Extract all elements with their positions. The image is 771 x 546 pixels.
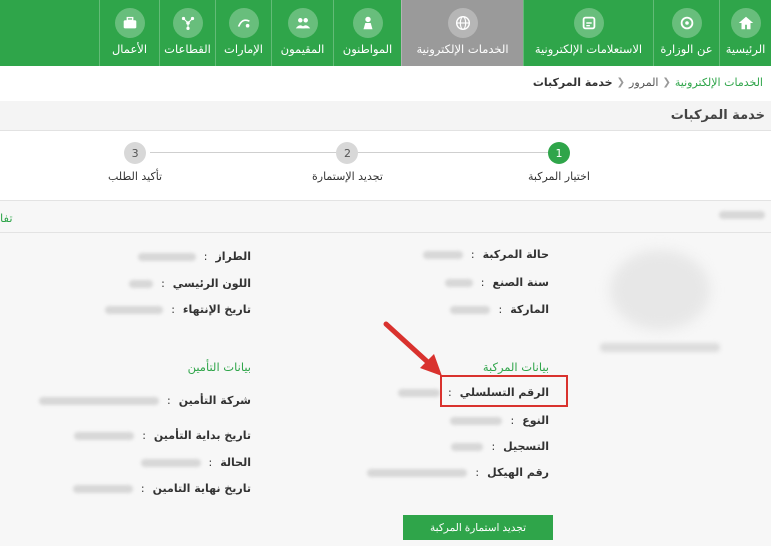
home-icon: [730, 8, 761, 38]
field-label: تاريخ نهاية التامين: [152, 482, 251, 495]
nav-label-residents: المقيمون: [280, 42, 325, 56]
nav-label-sectors: القطاعات: [164, 42, 211, 56]
nav-label-home: الرئيسية: [725, 42, 766, 56]
redacted-value: [72, 484, 133, 493]
breadcrumb-root[interactable]: الخدمات الإلكترونية: [675, 76, 763, 89]
field-label: تاريخ الإنتهاء: [182, 303, 251, 316]
redacted-value: [367, 468, 468, 477]
card-edge-title: تفا: [0, 211, 13, 225]
renew-vehicle-form-button[interactable]: تجديد استمارة المركبة: [403, 515, 553, 540]
field-insurance-start: تاريخ بداية التأمين :: [74, 429, 251, 442]
insurance-data-title: بيانات التأمين: [187, 360, 251, 374]
field-insurance-company: شركة التأمين :: [39, 394, 251, 407]
redacted-value: [422, 250, 463, 259]
nav-label-eservices: الخدمات الإلكترونية: [416, 42, 509, 56]
field-expiry-date: تاريخ الإنتهاء :: [105, 303, 251, 316]
field-main-color: اللون الرئيسي :: [129, 277, 251, 290]
redacted-value: [451, 442, 484, 451]
field-label: شركة التأمين: [178, 394, 251, 407]
field-label: رقم الهيكل: [487, 466, 549, 479]
page-title-band: [0, 101, 771, 131]
red-arrow-icon: [383, 321, 442, 376]
top-navigation: الرئيسية عن الوزارة الاستعلامات الإلكترو…: [0, 0, 771, 66]
nav-item-citizens[interactable]: المواطنون: [333, 0, 401, 66]
redacted-value: [140, 458, 201, 467]
nav-item-inquiries[interactable]: الاستعلامات الإلكترونية: [523, 0, 653, 66]
nav-item-business[interactable]: الأعمال: [99, 0, 159, 66]
card-divider: [0, 232, 771, 233]
field-vehicle-status: حالة المركبة :: [422, 248, 549, 261]
field-insurance-state: الحالة :: [140, 456, 251, 469]
sectors-icon: [172, 8, 203, 38]
nav-label-business: الأعمال: [111, 42, 148, 56]
nav-label-inquiries: الاستعلامات الإلكترونية: [534, 42, 643, 56]
emblem-icon: [671, 8, 702, 38]
residents-icon: [287, 8, 318, 38]
nav-item-emirates[interactable]: الإمارات: [215, 0, 271, 66]
nav-item-ministry[interactable]: عن الوزارة: [653, 0, 719, 66]
field-manufacture-year: سنة الصنع :: [444, 276, 549, 289]
emirates-icon: [228, 8, 259, 38]
citizen-icon: [352, 8, 383, 38]
field-insurance-end: تاريخ نهاية التامين :: [72, 482, 251, 495]
redacted-value: [450, 305, 491, 314]
field-chassis-number: رقم الهيكل :: [367, 466, 549, 479]
globe-icon: [447, 8, 478, 38]
field-label: الحالة: [220, 456, 251, 469]
briefcase-icon: [114, 8, 145, 38]
chevron-left-icon: ❮: [662, 77, 671, 88]
step-label: اختيار المركبة: [528, 170, 590, 183]
redacted-value: [137, 252, 196, 261]
field-label: الطراز: [215, 250, 251, 263]
nav-label-citizens: المواطنون: [342, 42, 393, 56]
step-number: 1: [547, 142, 570, 164]
step-select-vehicle[interactable]: 1 اختيار المركبة: [528, 142, 590, 183]
chevron-left-icon: ❮: [616, 77, 626, 88]
nav-item-eservices[interactable]: الخدمات الإلكترونية: [401, 0, 523, 66]
redacted-value: [450, 416, 503, 425]
redacted-value: [39, 396, 159, 405]
field-registration: التسجيل :: [451, 440, 549, 453]
nav-label-emirates: الإمارات: [224, 42, 263, 56]
field-label: حالة المركبة: [482, 248, 549, 261]
breadcrumb: الخدمات الإلكترونية ❮ المرور ❮ خدمة المر…: [533, 76, 763, 89]
breadcrumb-current: خدمة المركبات: [532, 76, 613, 89]
card-header-redacted: [719, 211, 765, 219]
field-label: الماركة: [510, 303, 549, 316]
page-title: خدمة المركبات: [670, 108, 765, 123]
step-confirm[interactable]: 3 تأكيد الطلب: [108, 142, 162, 183]
redacted-text: [719, 211, 765, 219]
field-label: اللون الرئيسي: [172, 277, 251, 290]
inquiry-icon: [573, 8, 604, 38]
step-label: تأكيد الطلب: [108, 170, 163, 183]
redacted-value: [129, 279, 154, 288]
field-brand: الماركة :: [450, 303, 549, 316]
redacted-value: [74, 431, 135, 440]
vehicle-image: [610, 250, 710, 330]
field-label: النوع: [522, 414, 549, 427]
step-number: 2: [336, 142, 359, 164]
field-label: سنة الصنع: [492, 276, 549, 289]
step-label: تجديد الإستمارة: [312, 170, 383, 183]
field-label: تاريخ بداية التأمين: [153, 429, 251, 442]
nav-item-home[interactable]: الرئيسية: [719, 0, 771, 66]
field-type: النوع :: [450, 414, 549, 427]
step-renew-form[interactable]: 2 تجديد الإستمارة: [312, 142, 383, 183]
field-label: التسجيل: [503, 440, 549, 453]
redacted-value: [105, 305, 164, 314]
vehicle-data-title: بيانات المركبة: [482, 360, 549, 374]
nav-item-sectors[interactable]: القطاعات: [159, 0, 215, 66]
field-model: الطراز :: [137, 250, 251, 263]
highlight-box: [440, 375, 568, 407]
nav-label-ministry: عن الوزارة: [660, 42, 713, 56]
redacted-text: [600, 343, 720, 352]
redacted-value: [444, 278, 473, 287]
breadcrumb-middle[interactable]: المرور: [629, 76, 658, 89]
nav-item-residents[interactable]: المقيمون: [271, 0, 333, 66]
redacted-value: [397, 388, 440, 397]
step-number: 3: [124, 142, 147, 164]
